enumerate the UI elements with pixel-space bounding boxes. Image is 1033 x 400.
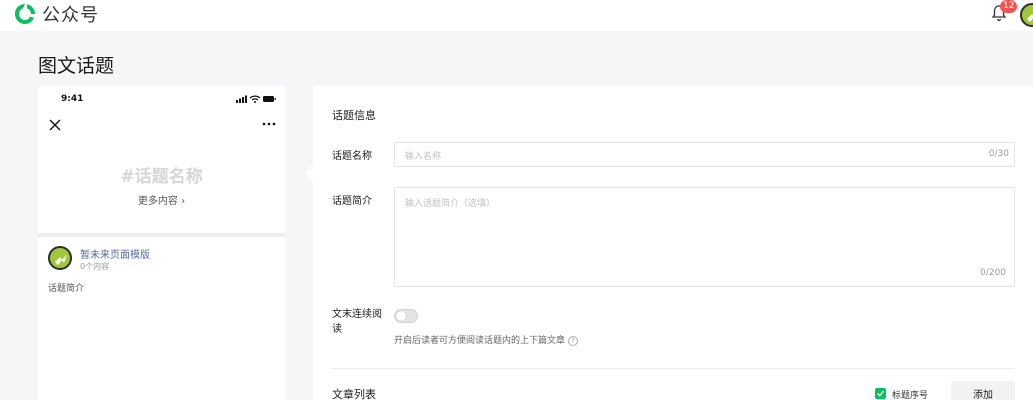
notification-badge: 12 (1000, 0, 1018, 13)
account-name: 暂未来页面模版 (80, 250, 150, 261)
preview-pointer (305, 165, 313, 181)
toggle-knob (396, 311, 406, 321)
topic-intro-textarea[interactable]: 输入话题简介（选填） 0/200 (394, 187, 1015, 287)
preview-more-link: 更多内容 › (38, 192, 285, 207)
chevron-right-icon: › (181, 196, 186, 207)
more-content-label: 更多内容 (137, 196, 178, 207)
status-time: 9:41 (61, 94, 84, 104)
topic-form: 话题信息 话题名称 输入名称 0/30 话题简介 输入话题简介（选填） 0/20… (313, 86, 1033, 400)
avatar[interactable] (1020, 3, 1033, 27)
article-count: 0个内容 (80, 262, 110, 271)
phone-preview: 9:41 #话题名称 更多内容 › 暂未来页面模版 0个内容 话题简介 (38, 86, 285, 400)
continuous-read-label: 文末连续阅读 (332, 309, 382, 335)
preview-intro: 话题简介 (48, 284, 85, 294)
account-avatar (48, 246, 72, 270)
battery-icon (263, 96, 276, 102)
help-icon[interactable]: ? (568, 335, 579, 346)
title-number-label[interactable]: 标题序号 (892, 388, 928, 400)
logo-icon[interactable] (13, 2, 37, 26)
article-list-title: 文章列表 (332, 388, 376, 400)
intro-label: 话题简介 (332, 196, 372, 207)
section-title: 话题信息 (332, 109, 376, 122)
divider (332, 368, 1015, 369)
add-article-button[interactable]: 添加 (951, 381, 1015, 400)
hint-text: 开启后读者可方便阅读话题内的上下篇文章 (394, 336, 566, 346)
name-counter: 0/30 (988, 149, 1009, 159)
continuous-read-toggle[interactable] (394, 309, 418, 323)
brand-name[interactable]: 公众号 (42, 1, 99, 27)
name-placeholder: 输入名称 (405, 152, 442, 162)
status-icons (236, 95, 276, 103)
page-title: 图文话题 (38, 55, 115, 77)
more-icon[interactable] (262, 122, 276, 126)
wifi-icon (249, 95, 261, 103)
top-bar: 公众号 12 (0, 0, 1033, 31)
preview-separator (38, 233, 285, 237)
close-icon[interactable] (48, 118, 62, 132)
intro-counter: 0/200 (980, 268, 1006, 278)
intro-placeholder: 输入话题简介（选填） (405, 199, 496, 209)
title-number-checkbox[interactable] (875, 388, 886, 399)
continuous-read-hint: 开启后读者可方便阅读话题内的上下篇文章? (394, 333, 579, 346)
name-label: 话题名称 (332, 151, 372, 162)
topic-name-input[interactable]: 输入名称 0/30 (394, 142, 1015, 167)
preview-topic-name: #话题名称 (120, 167, 203, 187)
preview-cover: 9:41 #话题名称 更多内容 › (38, 86, 285, 233)
check-icon (877, 390, 884, 397)
signal-icon (236, 95, 247, 103)
